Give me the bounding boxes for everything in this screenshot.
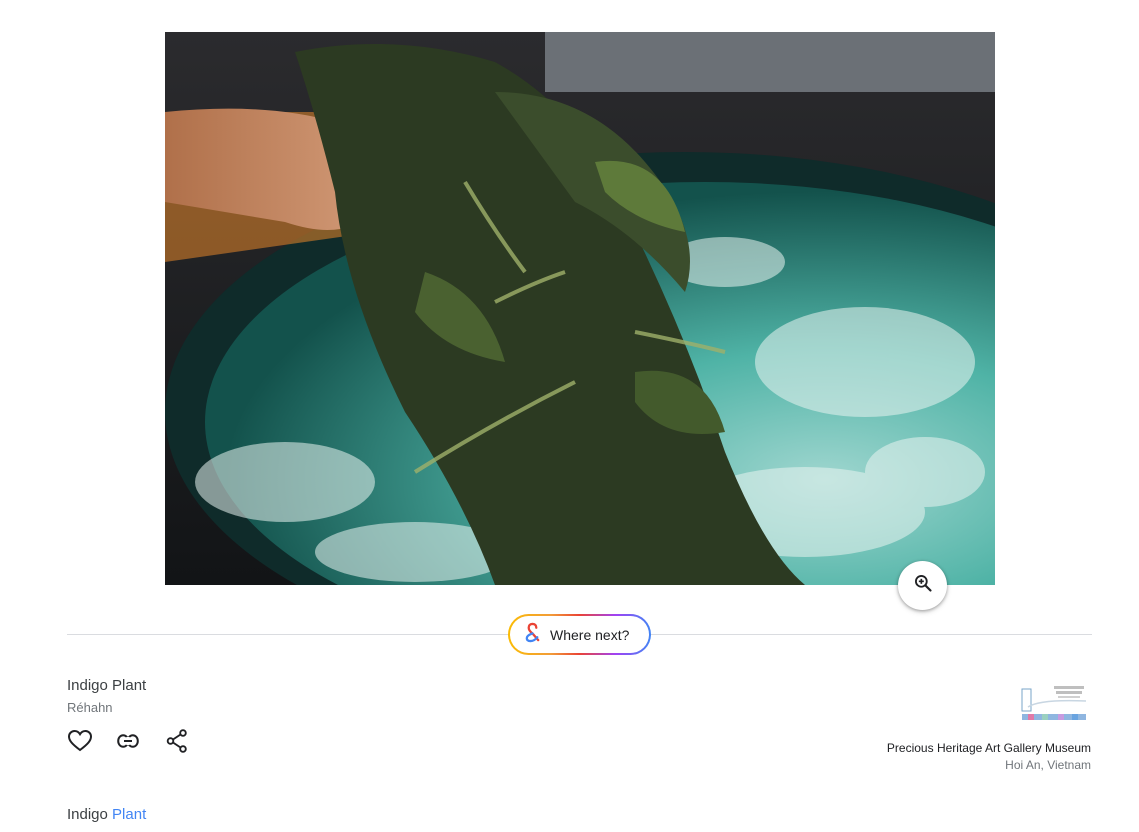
share-icon xyxy=(166,728,188,758)
where-next-button[interactable]: Where next? xyxy=(508,614,651,655)
partner-logo[interactable] xyxy=(1020,683,1088,723)
favorite-button[interactable] xyxy=(67,729,93,758)
partner-name[interactable]: Precious Heritage Art Gallery Museum xyxy=(887,741,1091,755)
ampersand-icon xyxy=(523,622,542,648)
link-icon xyxy=(117,733,139,753)
artwork-image[interactable] xyxy=(165,32,995,585)
partner-location: Hoi An, Vietnam xyxy=(1005,758,1091,772)
breadcrumb-prefix: Indigo xyxy=(67,806,108,823)
zoom-in-icon xyxy=(913,573,933,598)
category-breadcrumb: Indigo Plant xyxy=(67,806,146,823)
breadcrumb-link-plant[interactable]: Plant xyxy=(112,806,146,823)
share-button[interactable] xyxy=(164,728,190,758)
copy-link-button[interactable] xyxy=(115,730,141,756)
heart-icon xyxy=(67,729,93,758)
artwork-title: Indigo Plant xyxy=(67,677,147,694)
artwork-creator[interactable]: Réhahn xyxy=(67,700,113,715)
artwork-photo xyxy=(165,32,995,585)
where-next-label: Where next? xyxy=(550,626,630,643)
zoom-button[interactable] xyxy=(898,561,947,610)
